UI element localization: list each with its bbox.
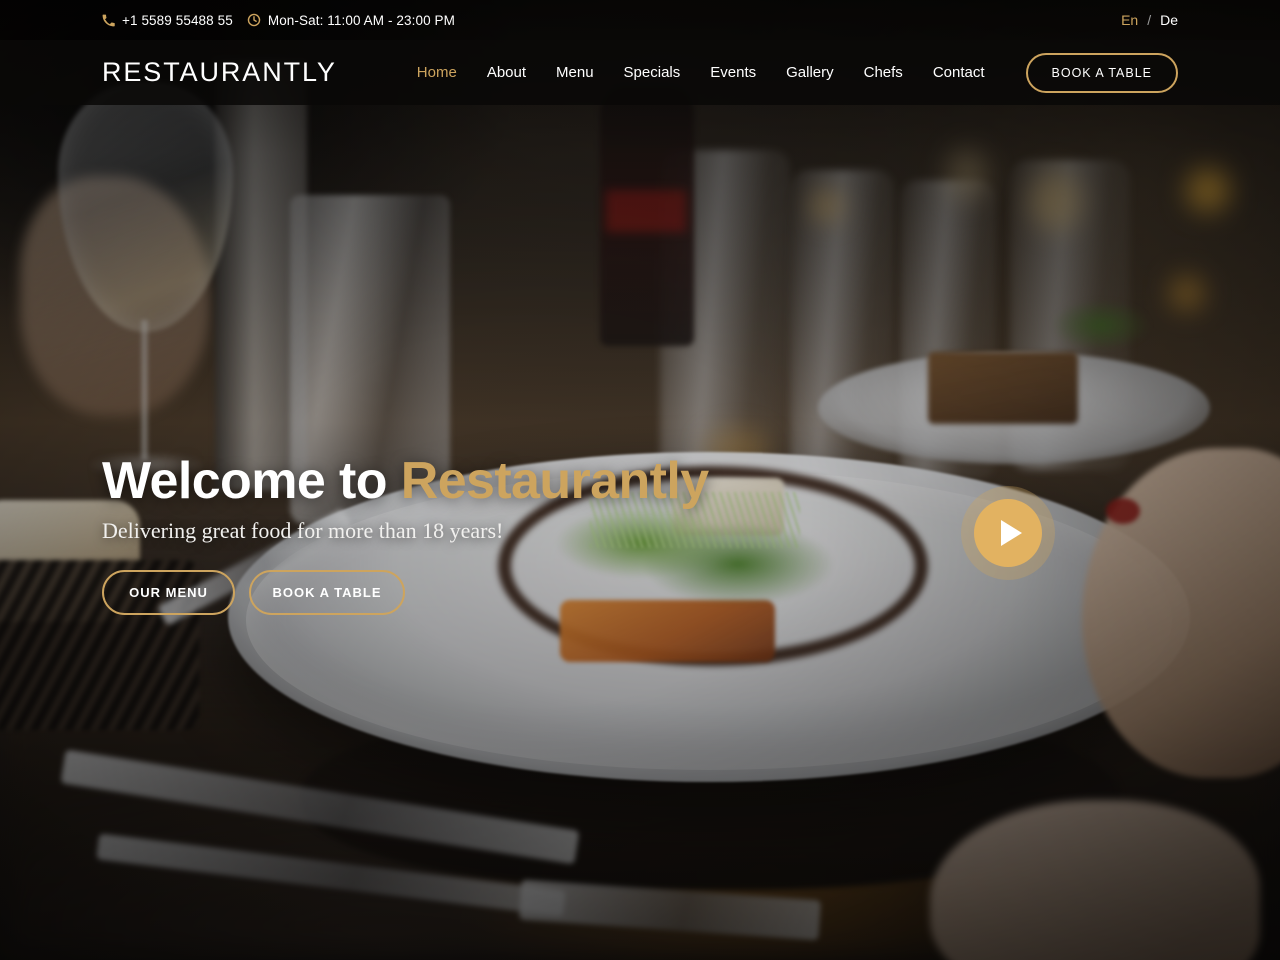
top-bar-info: +1 5589 55488 55 Mon-Sat: 11:00 AM - 23:… bbox=[102, 13, 455, 28]
lang-separator: / bbox=[1147, 12, 1152, 28]
phone-info[interactable]: +1 5589 55488 55 bbox=[102, 13, 233, 28]
nav-item-menu[interactable]: Menu bbox=[541, 64, 609, 81]
book-a-table-button[interactable]: BOOK A TABLE bbox=[249, 570, 405, 616]
hero-subtitle: Delivering great food for more than 18 y… bbox=[102, 518, 504, 544]
our-menu-button[interactable]: OUR MENU bbox=[102, 570, 235, 616]
play-video-button[interactable] bbox=[961, 486, 1055, 580]
play-icon bbox=[974, 499, 1042, 567]
nav-item-contact[interactable]: Contact bbox=[918, 64, 1000, 81]
nav-item-chefs[interactable]: Chefs bbox=[849, 64, 918, 81]
nav-item-specials[interactable]: Specials bbox=[609, 64, 696, 81]
top-bar: +1 5589 55488 55 Mon-Sat: 11:00 AM - 23:… bbox=[0, 0, 1280, 40]
clock-icon bbox=[247, 13, 261, 27]
hero-title-accent: Restaurantly bbox=[400, 452, 709, 510]
hero-content: Welcome to Restaurantly Delivering great… bbox=[102, 452, 709, 616]
header-book-a-table-button[interactable]: BOOK A TABLE bbox=[1025, 52, 1178, 93]
main-header: RESTAURANTLY Home About Menu Specials Ev… bbox=[0, 40, 1280, 105]
hero-actions: OUR MENU BOOK A TABLE bbox=[102, 570, 709, 616]
hero-title-primary: Welcome to bbox=[102, 452, 387, 510]
nav-item-about[interactable]: About bbox=[472, 64, 541, 81]
phone-icon bbox=[102, 14, 115, 27]
nav-item-home[interactable]: Home bbox=[402, 64, 472, 81]
language-switcher: En / De bbox=[1121, 12, 1178, 28]
nav-item-gallery[interactable]: Gallery bbox=[771, 64, 849, 81]
nav-item-events[interactable]: Events bbox=[695, 64, 771, 81]
hero-title: Welcome to Restaurantly bbox=[102, 452, 709, 510]
main-navigation: Home About Menu Specials Events Gallery … bbox=[402, 52, 1178, 93]
hours-info: Mon-Sat: 11:00 AM - 23:00 PM bbox=[247, 13, 455, 28]
lang-en[interactable]: En bbox=[1121, 12, 1138, 28]
site-logo[interactable]: RESTAURANTLY bbox=[102, 57, 337, 88]
opening-hours: Mon-Sat: 11:00 AM - 23:00 PM bbox=[267, 12, 455, 28]
lang-de[interactable]: De bbox=[1160, 12, 1178, 28]
phone-number: +1 5589 55488 55 bbox=[122, 12, 233, 28]
